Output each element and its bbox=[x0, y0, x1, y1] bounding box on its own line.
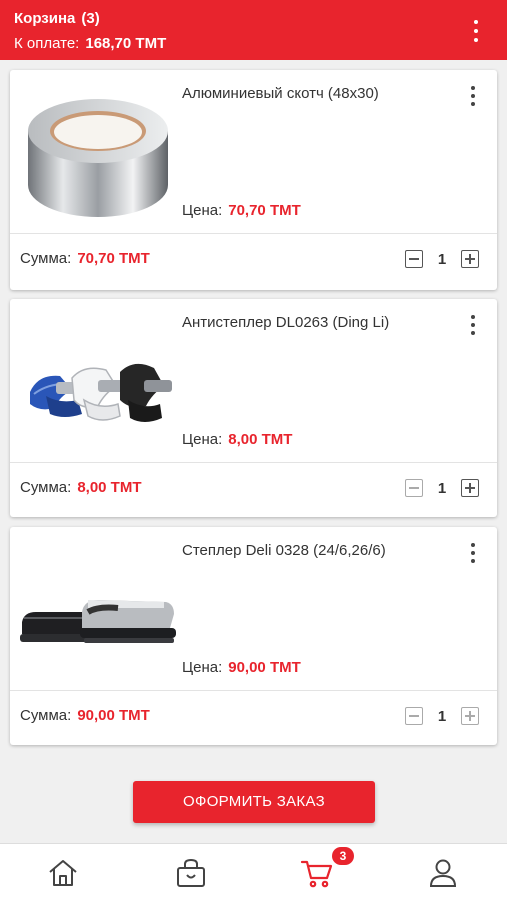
staple-remover-image[interactable] bbox=[18, 309, 178, 459]
profile-icon[interactable] bbox=[426, 856, 460, 890]
divider bbox=[10, 233, 497, 234]
quantity-value: 1 bbox=[437, 707, 447, 725]
more-vertical-icon[interactable] bbox=[471, 20, 481, 42]
total-payable: К оплате: 168,70 ТМТ bbox=[14, 35, 166, 52]
stapler-image[interactable] bbox=[18, 537, 178, 687]
cart-title-line: Корзина (3) bbox=[14, 10, 100, 27]
sum-line: Сумма: 70,70 ТМТ bbox=[20, 250, 150, 267]
price-label: Цена: bbox=[182, 431, 223, 448]
price-value: 8,00 ТМТ bbox=[228, 431, 293, 448]
sum-line: Сумма: 90,00 ТМТ bbox=[20, 707, 150, 724]
price-label: Цена: bbox=[182, 659, 223, 676]
item-menu-icon[interactable] bbox=[469, 543, 477, 563]
cart-count: (3) bbox=[81, 10, 100, 27]
product-name[interactable]: Алюминиевый скотч (48х30) bbox=[182, 85, 379, 102]
price-line: Цена: 70,70 ТМТ bbox=[182, 202, 301, 219]
checkout-button[interactable]: ОФОРМИТЬ ЗАКАЗ bbox=[133, 781, 375, 823]
minus-icon[interactable] bbox=[405, 479, 423, 497]
price-value: 70,70 ТМТ bbox=[228, 202, 301, 219]
cart-item: Антистеплер DL0263 (Ding Li) Цена: 8,00 Т… bbox=[10, 299, 497, 517]
divider bbox=[10, 690, 497, 691]
sum-value: 8,00 ТМТ bbox=[77, 479, 142, 496]
pay-amount: 168,70 ТМТ bbox=[85, 35, 167, 52]
price-line: Цена: 8,00 ТМТ bbox=[182, 431, 292, 448]
item-menu-icon[interactable] bbox=[469, 315, 477, 335]
bottom-nav bbox=[0, 843, 507, 900]
price-line: Цена: 90,00 ТМТ bbox=[182, 659, 301, 676]
app-header: Корзина (3) К оплате: 168,70 ТМТ bbox=[0, 0, 507, 60]
price-value: 90,00 ТМТ bbox=[228, 659, 301, 676]
catalog-bag-icon[interactable] bbox=[174, 856, 208, 890]
quantity-value: 1 bbox=[437, 250, 447, 268]
plus-icon[interactable] bbox=[461, 250, 479, 268]
product-name[interactable]: Степлер Deli 0328 (24/6,26/6) bbox=[182, 542, 386, 559]
cart-item: Алюминиевый скотч (48х30) Цена: 70,70 ТМТ… bbox=[10, 70, 497, 290]
quantity-stepper: 1 bbox=[405, 707, 479, 725]
aluminum-tape-image[interactable] bbox=[18, 80, 178, 230]
sum-label: Сумма: bbox=[20, 479, 72, 496]
price-label: Цена: bbox=[182, 202, 223, 219]
plus-icon[interactable] bbox=[461, 707, 479, 725]
sum-value: 90,00 ТМТ bbox=[77, 707, 150, 724]
cart-icon[interactable] bbox=[300, 856, 334, 890]
item-menu-icon[interactable] bbox=[469, 86, 477, 106]
sum-label: Сумма: bbox=[20, 250, 72, 267]
pay-label: К оплате: bbox=[14, 35, 80, 52]
minus-icon[interactable] bbox=[405, 707, 423, 725]
cart-item: Степлер Deli 0328 (24/6,26/6) Цена: 90,00… bbox=[10, 527, 497, 745]
minus-icon[interactable] bbox=[405, 250, 423, 268]
sum-label: Сумма: bbox=[20, 707, 72, 724]
home-icon[interactable] bbox=[46, 856, 80, 890]
product-name[interactable]: Антистеплер DL0263 (Ding Li) bbox=[182, 314, 389, 331]
quantity-value: 1 bbox=[437, 479, 447, 497]
sum-line: Сумма: 8,00 ТМТ bbox=[20, 479, 142, 496]
cart-badge: 3 bbox=[332, 847, 354, 865]
plus-icon[interactable] bbox=[461, 479, 479, 497]
cart-title: Корзина bbox=[14, 10, 76, 27]
quantity-stepper: 1 bbox=[405, 479, 479, 497]
divider bbox=[10, 462, 497, 463]
quantity-stepper: 1 bbox=[405, 250, 479, 268]
sum-value: 70,70 ТМТ bbox=[77, 250, 150, 267]
